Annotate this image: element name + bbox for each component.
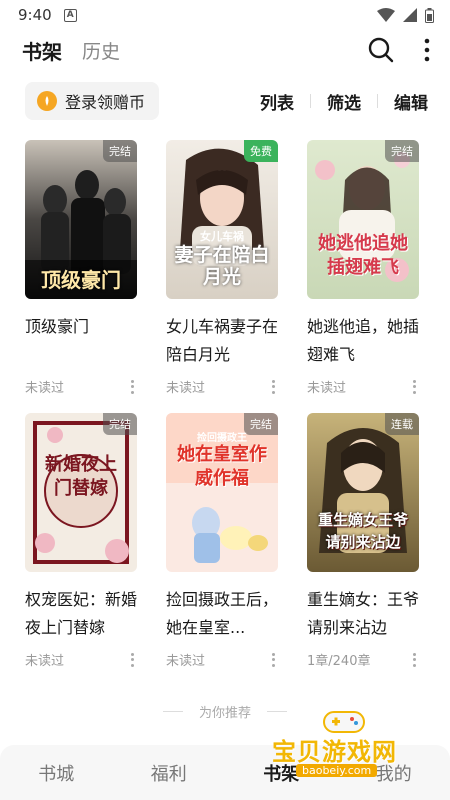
watermark-url: baobeiy.com — [296, 764, 378, 777]
book-title: 重生嫡女：王爷请别来沾边 — [307, 590, 419, 637]
cover-title: 顶级豪门 — [41, 268, 121, 292]
read-progress: 未读过 — [166, 654, 206, 669]
recommend-label: 为你推荐 — [198, 706, 251, 721]
edit-button[interactable]: 编辑 — [394, 89, 428, 114]
book-item[interactable]: 连载 重生嫡女王爷请别来沾边 重生嫡女：王爷请别来沾边 1章/240章 — [307, 413, 419, 686]
nav-welfare[interactable]: 福利 — [113, 760, 226, 786]
more-options-icon[interactable] — [409, 652, 419, 667]
read-progress: 1章/240章 — [307, 654, 371, 669]
read-progress: 未读过 — [307, 381, 347, 396]
status-badge: 免费 — [244, 140, 278, 162]
header: 书架 历史 — [0, 30, 450, 70]
status-badge: 完结 — [103, 413, 137, 435]
book-item[interactable]: 完结 顶级豪门 顶级豪门 未读过 — [25, 140, 137, 413]
divider — [377, 94, 378, 108]
book-cover[interactable]: 完结 顶级豪门 — [25, 140, 137, 299]
tab-bookshelf[interactable]: 书架 — [22, 36, 62, 65]
book-cover[interactable]: 完结 她逃他追她插翅难飞 — [307, 140, 419, 299]
divider — [310, 94, 311, 108]
more-options-icon[interactable] — [268, 652, 278, 667]
book-title: 顶级豪门 — [25, 317, 90, 336]
tab-history[interactable]: 历史 — [82, 37, 120, 64]
notification-icon: A — [63, 8, 77, 22]
book-title: 捡回摄政王后，她在皇室... — [166, 590, 278, 637]
book-cover[interactable]: 完结 捡回摄政王 她在皇室作威作福 — [166, 413, 278, 572]
read-progress: 未读过 — [166, 381, 206, 396]
more-options-icon[interactable] — [268, 379, 278, 394]
divider — [162, 711, 183, 712]
more-options-icon[interactable] — [409, 379, 419, 394]
cover-title: 妻子在陪白月光 — [174, 244, 270, 288]
watermark-text: 宝贝游戏网 — [272, 738, 397, 766]
book-cover[interactable]: 完结 新婚夜上门替嫁 — [25, 413, 137, 572]
cover-title: 重生嫡女王爷请别来沾边 — [317, 511, 408, 551]
book-item[interactable]: 完结 捡回摄政王 她在皇室作威作福 捡回摄政王后，她在皇室... 未读过 — [166, 413, 278, 686]
book-title: 女儿车祸妻子在陪白月光 — [166, 317, 278, 364]
cover-title: 她逃他追她插翅难飞 — [318, 233, 408, 278]
coin-icon — [37, 91, 57, 111]
list-view-button[interactable]: 列表 — [260, 89, 294, 114]
book-title: 权宠医妃：新婚夜上门替嫁 — [25, 590, 137, 637]
login-coin-button[interactable]: 登录领赠币 — [25, 82, 160, 120]
signal-icon — [403, 8, 417, 22]
book-grid: 完结 顶级豪门 顶级豪门 未读过 免费 女儿车祸 妻子在陪白月光 女儿车祸妻子在… — [25, 140, 425, 686]
filter-button[interactable]: 筛选 — [327, 89, 361, 114]
book-item[interactable]: 完结 新婚夜上门替嫁 权宠医妃：新婚夜上门替嫁 未读过 — [25, 413, 137, 686]
more-vertical-icon[interactable] — [424, 38, 430, 62]
status-badge: 完结 — [103, 140, 137, 162]
search-icon[interactable] — [368, 37, 394, 63]
read-progress: 未读过 — [25, 381, 65, 396]
status-bar: 9:40 A — [0, 0, 450, 30]
read-progress: 未读过 — [25, 654, 65, 669]
watermark: 宝贝游戏网 baobeiy.com — [262, 706, 447, 781]
book-title: 她逃他追，她插翅难飞 — [307, 317, 419, 364]
wifi-icon — [377, 8, 395, 22]
cover-title: 新婚夜上门替嫁 — [45, 454, 117, 499]
cover-title: 她在皇室作威作福 — [177, 444, 267, 489]
book-item[interactable]: 完结 她逃他追她插翅难飞 她逃他追，她插翅难飞 未读过 — [307, 140, 419, 413]
status-icons — [377, 7, 434, 23]
status-badge: 完结 — [385, 140, 419, 162]
cover-subtitle: 女儿车祸 — [200, 230, 244, 243]
nav-bookstore[interactable]: 书城 — [0, 760, 113, 786]
book-item[interactable]: 免费 女儿车祸 妻子在陪白月光 女儿车祸妻子在陪白月光 未读过 — [166, 140, 278, 413]
login-coin-label: 登录领赠币 — [65, 93, 146, 112]
status-badge: 连载 — [385, 413, 419, 435]
status-time: 9:40 — [18, 6, 52, 24]
battery-icon — [425, 7, 434, 23]
more-options-icon[interactable] — [127, 652, 137, 667]
book-cover[interactable]: 连载 重生嫡女王爷请别来沾边 — [307, 413, 419, 572]
more-options-icon[interactable] — [127, 379, 137, 394]
cover-subtitle: 捡回摄政王 — [197, 433, 247, 444]
shelf-toolbar: 登录领赠币 列表 筛选 编辑 — [0, 82, 450, 120]
book-cover[interactable]: 免费 女儿车祸 妻子在陪白月光 — [166, 140, 278, 299]
